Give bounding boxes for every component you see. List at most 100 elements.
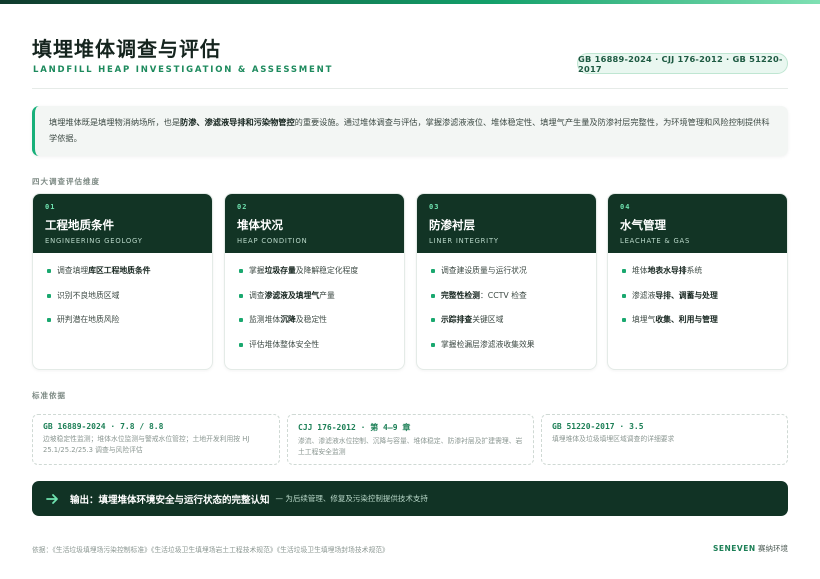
bullet-icon	[622, 269, 626, 273]
footer-references: 依据：《生活垃圾填埋场污染控制标准》《生活垃圾卫生填埋场岩土工程技术规范》《生活…	[32, 546, 389, 554]
card-header: 04 水气管理 LEACHATE & GAS	[608, 194, 787, 253]
item-text-bold: 地表水导排	[647, 266, 687, 275]
item-text: 堆体	[632, 266, 648, 275]
intro-text-bold: 防渗、渗滤液导排和污染物管控	[180, 117, 295, 127]
item-text: 产量	[319, 290, 335, 300]
card-liner-integrity: 03 防渗衬层 LINER INTEGRITY 调查建设质量与运行状况 完整性检…	[416, 193, 597, 370]
brand-name-cn: 赛纳环境	[758, 544, 788, 553]
list-item: 完整性检测：CCTV 检查	[431, 288, 584, 313]
item-text: 研判潜在地质风险	[57, 315, 120, 324]
item-text: 调查填埋	[57, 266, 89, 275]
bullet-icon	[431, 318, 435, 322]
standard-card-gb51220: GB 51220-2017 · 3.5 填埋堆体及垃圾填埋区域调查的详细要求	[541, 414, 788, 465]
output-main-text: 输出：填埋堆体环境安全与运行状态的完整认知	[70, 494, 270, 506]
item-text-bold: 示踪排查	[441, 315, 473, 324]
bullet-icon	[431, 293, 435, 298]
list-item: 渗滤液导排、调蓄与处理	[622, 288, 775, 313]
bullet-icon	[239, 293, 243, 298]
intro-callout: 填埋堆体既是填埋物消纳场所，也是防渗、渗滤液导排和污染物管控的重要设施。通过堆体…	[32, 106, 788, 156]
top-accent-bar	[0, 0, 820, 4]
card-title: 堆体状况	[237, 218, 283, 232]
item-text: 评估堆体整体安全性	[249, 339, 320, 349]
list-item: 调查渗滤液及填埋气产量	[239, 288, 392, 313]
list-item: 调查填埋库区工程地质条件	[47, 263, 200, 288]
bullet-icon	[431, 269, 435, 273]
card-item-list: 掌握垃圾存量及降解稳定化程度 调查渗滤液及填埋气产量 监测堆体沉降及稳定性 评估…	[225, 253, 404, 361]
standard-description: 渗流、渗滤液水位控制、沉降与容量、堆体稳定、防渗衬层及扩建需理、岩土工程安全监测	[298, 437, 523, 456]
list-item: 识别不良地质区域	[47, 288, 200, 313]
card-leachate-gas: 04 水气管理 LEACHATE & GAS 堆体地表水导排系统 渗滤液导排、调…	[607, 193, 788, 370]
item-text: 调查建设质量与运行状况	[441, 266, 527, 275]
item-text-bold: 沉降	[280, 315, 296, 324]
page-title: 填埋堆体调查与评估	[32, 37, 221, 61]
header-divider	[32, 88, 788, 89]
item-text: 及降解稳定化程度	[295, 266, 359, 275]
item-text-bold: 库区工程地质条件	[88, 266, 151, 275]
item-text: 渗滤液	[632, 290, 656, 300]
list-item: 堆体地表水导排系统	[622, 263, 775, 288]
bullet-icon	[47, 293, 51, 298]
footer-brand: SENEVEN 赛纳环境	[713, 543, 788, 554]
card-header: 02 堆体状况 HEAP CONDITION	[225, 194, 404, 253]
list-item: 监测堆体沉降及稳定性	[239, 312, 392, 337]
standard-code: GB 16889-2024 · 7.8 / 8.8	[43, 422, 164, 431]
bullet-icon	[47, 269, 51, 273]
list-item: 调查建设质量与运行状况	[431, 263, 584, 288]
list-item: 示踪排查关键区域	[431, 312, 584, 337]
card-number: 03	[429, 203, 440, 211]
card-number: 04	[620, 203, 631, 211]
standards-section-label: 标准依据	[32, 391, 66, 400]
card-item-list: 调查填埋库区工程地质条件 识别不良地质区域 研判潜在地质风险	[33, 253, 212, 337]
standard-card-gb16889: GB 16889-2024 · 7.8 / 8.8 边坡稳定性监测；堆体水位监测…	[32, 414, 280, 465]
list-item: 掌握检漏层渗滤液收集效果	[431, 337, 584, 362]
item-text: 监测堆体	[249, 315, 281, 324]
standard-code: CJJ 176-2012 · 第 4–9 章	[298, 423, 411, 432]
card-english-title: LEACHATE & GAS	[620, 237, 691, 245]
standard-card-cjj176: CJJ 176-2012 · 第 4–9 章 渗流、渗滤液水位控制、沉降与容量、…	[287, 414, 534, 465]
card-item-list: 调查建设质量与运行状况 完整性检测：CCTV 检查 示踪排查关键区域 掌握检漏层…	[417, 253, 596, 361]
card-engineering-geology: 01 工程地质条件 ENGINEERING GEOLOGY 调查填埋库区工程地质…	[32, 193, 213, 370]
bullet-icon	[431, 342, 435, 347]
intro-text-1: 填埋堆体既是填埋物消纳场所，也是	[49, 117, 181, 127]
item-text: 填埋气	[632, 315, 656, 324]
item-text: 识别不良地质区域	[57, 290, 120, 300]
card-english-title: LINER INTEGRITY	[429, 237, 499, 245]
item-text: 调查	[249, 290, 265, 300]
item-text: 掌握	[249, 266, 265, 275]
card-header: 03 防渗衬层 LINER INTEGRITY	[417, 194, 596, 253]
item-text: ：CCTV 检查	[479, 290, 527, 300]
card-number: 01	[45, 203, 56, 211]
card-header: 01 工程地质条件 ENGINEERING GEOLOGY	[33, 194, 212, 253]
item-text-bold: 渗滤液及填埋气	[264, 290, 320, 300]
card-number: 02	[237, 203, 248, 211]
list-item: 研判潜在地质风险	[47, 312, 200, 337]
item-text: 系统	[686, 266, 703, 275]
card-item-list: 堆体地表水导排系统 渗滤液导排、调蓄与处理 填埋气收集、利用与管理	[608, 253, 787, 337]
item-text: 掌握检漏层渗滤液收集效果	[441, 339, 535, 349]
list-item: 评估堆体整体安全性	[239, 337, 392, 362]
item-text-bold: 导排、调蓄与处理	[655, 290, 718, 300]
card-english-title: HEAP CONDITION	[237, 237, 308, 245]
bullet-icon	[239, 318, 243, 322]
card-heap-condition: 02 堆体状况 HEAP CONDITION 掌握垃圾存量及降解稳定化程度 调查…	[224, 193, 405, 370]
brand-name: SENEVEN	[712, 544, 756, 553]
card-english-title: ENGINEERING GEOLOGY	[45, 237, 143, 245]
bullet-icon	[47, 318, 51, 322]
bullet-icon	[622, 318, 626, 322]
bullet-icon	[622, 293, 626, 298]
bullet-icon	[239, 342, 243, 347]
page-subtitle: LANDFILL HEAP INVESTIGATION & ASSESSMENT	[33, 65, 334, 75]
item-text-bold: 收集、利用与管理	[655, 315, 718, 324]
list-item: 掌握垃圾存量及降解稳定化程度	[239, 263, 392, 288]
item-text-bold: 垃圾存量	[264, 266, 296, 275]
item-text: 关键区域	[472, 315, 504, 324]
card-title: 防渗衬层	[429, 218, 475, 232]
standard-description: 填埋堆体及垃圾填埋区域调查的详细要求	[552, 435, 675, 443]
list-item: 填埋气收集、利用与管理	[622, 312, 775, 337]
standard-code: GB 51220-2017 · 3.5	[552, 422, 644, 431]
card-title: 水气管理	[620, 218, 666, 232]
card-title: 工程地质条件	[45, 218, 114, 232]
standard-description: 边坡稳定性监测；堆体水位监测与警戒水位管控；土地开发利用按 HJ 25.1/25…	[43, 435, 250, 454]
output-summary-bar: 输出：填埋堆体环境安全与运行状态的完整认知 — 为后续管理、修复及污染控制提供技…	[32, 481, 788, 516]
arrow-right-icon	[46, 493, 58, 504]
